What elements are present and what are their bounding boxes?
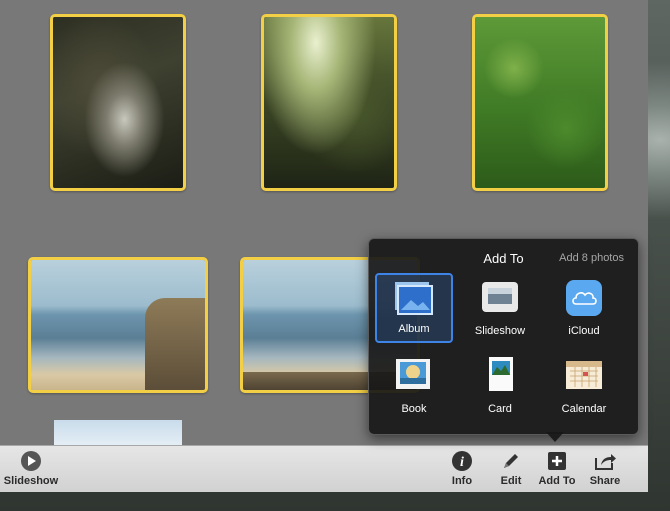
- slideshow-button[interactable]: Slideshow: [2, 450, 60, 487]
- pencil-icon: [504, 454, 518, 468]
- info-label: Info: [451, 475, 473, 487]
- add-to-calendar-option[interactable]: Calendar: [545, 351, 623, 421]
- option-label: Calendar: [561, 403, 607, 415]
- add-to-card-option[interactable]: Card: [461, 351, 539, 421]
- slideshow-icon: [482, 282, 518, 312]
- option-label: iCloud: [568, 325, 600, 337]
- card-icon: [489, 357, 513, 391]
- svg-text:i: i: [460, 455, 464, 470]
- popover-arrow: [546, 432, 564, 442]
- album-icon: [395, 282, 433, 315]
- info-icon: i: [452, 451, 472, 471]
- book-icon: [396, 359, 430, 389]
- add-to-icloud-option[interactable]: iCloud: [545, 273, 623, 343]
- info-button[interactable]: i Info: [447, 450, 477, 487]
- photo-thumbnail[interactable]: [261, 14, 397, 191]
- plus-icon: [548, 452, 566, 470]
- calendar-icon: [566, 361, 602, 389]
- icloud-icon: [566, 280, 602, 316]
- bottom-toolbar: Slideshow i Info Edit Add To Share: [0, 445, 648, 492]
- slideshow-label: Slideshow: [3, 475, 59, 487]
- option-label: Book: [401, 403, 427, 415]
- share-icon: [595, 454, 616, 470]
- add-to-book-option[interactable]: Book: [375, 351, 453, 421]
- add-to-popover: Add To Add 8 photos Album Slideshow iClo…: [368, 238, 639, 435]
- popover-subtitle[interactable]: Add 8 photos: [559, 252, 624, 264]
- add-to-album-option[interactable]: Album: [375, 273, 453, 343]
- share-label: Share: [589, 475, 621, 487]
- option-label: Card: [488, 403, 512, 415]
- photo-thumbnail[interactable]: [50, 14, 186, 191]
- add-to-slideshow-option[interactable]: Slideshow: [461, 273, 539, 343]
- option-label: Slideshow: [474, 325, 526, 337]
- photo-thumbnail[interactable]: [28, 257, 208, 393]
- play-icon: [21, 451, 41, 471]
- photo-thumbnail[interactable]: [472, 14, 608, 191]
- edit-label: Edit: [500, 475, 522, 487]
- edit-button[interactable]: Edit: [496, 450, 526, 487]
- share-button[interactable]: Share: [587, 450, 623, 487]
- add-to-label: Add To: [538, 475, 576, 487]
- option-label: Album: [398, 323, 430, 335]
- add-to-button[interactable]: Add To: [536, 450, 578, 487]
